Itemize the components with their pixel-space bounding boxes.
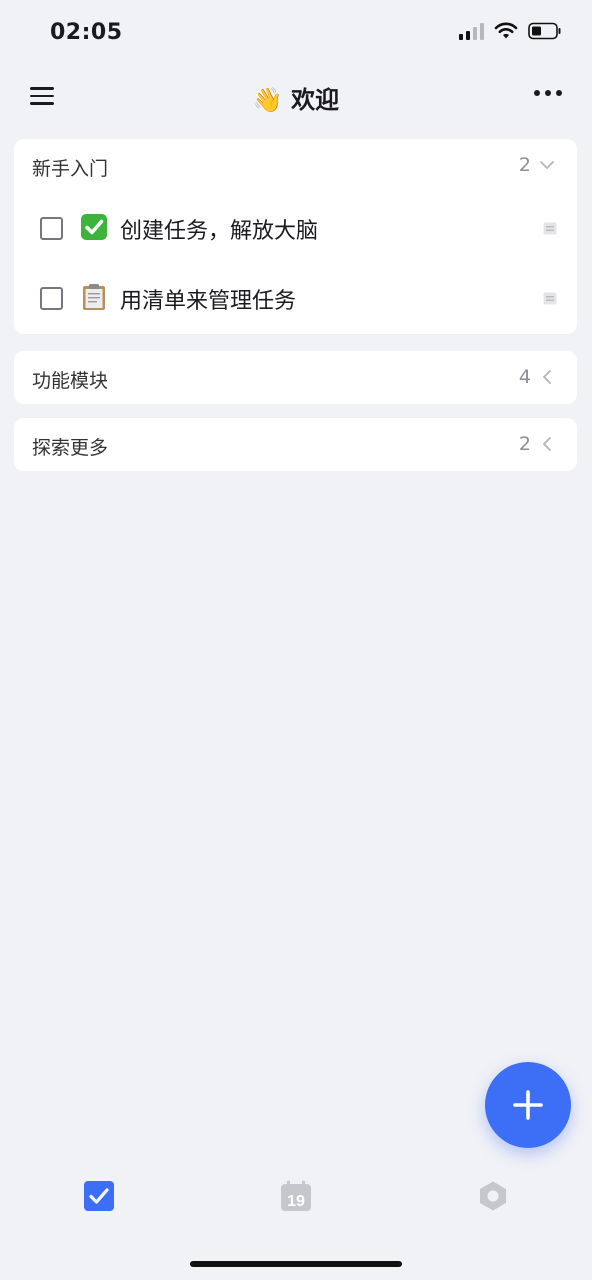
group-title: 功能模块: [32, 370, 109, 392]
page-title: 👋 欢迎: [252, 86, 340, 114]
group-count: 4: [518, 366, 531, 388]
wifi-icon: [494, 22, 518, 39]
chevron-left-icon: [543, 437, 551, 451]
tab-settings[interactable]: [477, 1180, 509, 1212]
note-icon: [543, 292, 557, 305]
group-header[interactable]: 探索更多 2: [14, 418, 577, 472]
group-count: 2: [518, 154, 531, 176]
more-options-button[interactable]: [534, 90, 562, 96]
home-indicator: [190, 1261, 402, 1267]
status-icons: [459, 22, 562, 40]
group-count: 2: [518, 433, 531, 455]
status-time: 02:05: [50, 20, 123, 45]
task-row: 用清单来管理任务: [14, 263, 577, 333]
tab-tasks[interactable]: [83, 1180, 115, 1212]
nav-bar: 👋 欢迎: [0, 68, 592, 124]
chevron-left-icon: [543, 370, 551, 384]
calendar-day: 19: [287, 1193, 305, 1210]
group-title: 探索更多: [32, 437, 109, 459]
cellular-signal-icon: [459, 22, 484, 40]
settings-icon: [480, 1181, 506, 1211]
group-card-explore-more: 探索更多 2: [14, 418, 577, 471]
add-task-button[interactable]: [485, 1062, 571, 1148]
group-header[interactable]: 新手入门 2: [14, 139, 577, 193]
task-title[interactable]: 用清单来管理任务: [120, 283, 296, 315]
task-title[interactable]: 创建任务，解放大脑: [120, 213, 318, 245]
status-bar: 02:05: [0, 0, 592, 64]
task-row: 创建任务，解放大脑: [14, 193, 577, 263]
group-card-feature-modules: 功能模块 4: [14, 351, 577, 404]
tab-calendar[interactable]: 19: [280, 1180, 312, 1212]
group-title: 新手入门: [32, 158, 109, 180]
note-icon: [543, 222, 557, 235]
group-card-getting-started: 新手入门 2 创建任务，解放大脑 用清单来管理任务: [14, 139, 577, 334]
tasks-checkbox-icon: [84, 1181, 114, 1211]
chevron-down-icon: [540, 161, 554, 169]
check-mark-button-icon: [81, 214, 107, 240]
task-checkbox[interactable]: [40, 287, 63, 310]
group-header[interactable]: 功能模块 4: [14, 351, 577, 405]
plus-icon: [513, 1090, 543, 1120]
clipboard-icon: [83, 284, 105, 310]
calendar-icon: 19: [281, 1180, 311, 1211]
task-checkbox[interactable]: [40, 217, 63, 240]
screen: 02:05 👋 欢迎 新手入门 2 创建任务，解放大脑 用清单来管理任务 功能模…: [0, 0, 592, 1280]
battery-icon: [528, 22, 561, 40]
